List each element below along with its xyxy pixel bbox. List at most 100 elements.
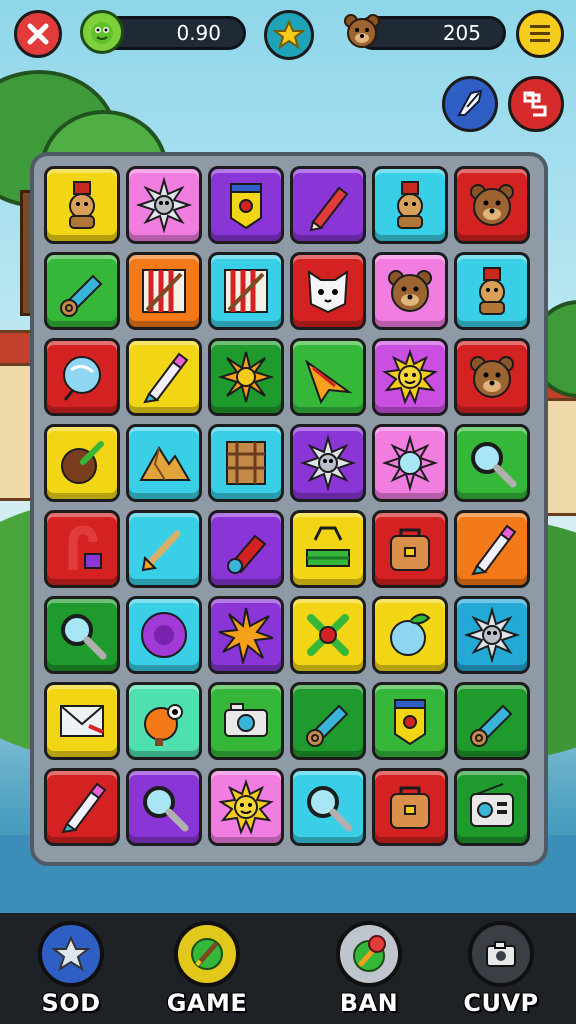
joystick-icon — [336, 921, 402, 987]
close-icon — [27, 23, 49, 45]
figure-hat-icon — [69, 181, 95, 229]
scroll-icon — [306, 704, 349, 747]
tile-sun-face[interactable] — [208, 768, 284, 846]
flashlight-icon — [227, 534, 267, 574]
tile-figure-hat[interactable] — [44, 166, 120, 244]
tile-arrow[interactable] — [126, 510, 202, 588]
bear-icon — [470, 184, 514, 226]
tile-flashlight[interactable] — [208, 510, 284, 588]
camera-icon — [224, 703, 268, 737]
tile-sun-face[interactable] — [372, 338, 448, 416]
magnifier-icon — [307, 786, 353, 832]
arrow-powerup-button[interactable] — [442, 76, 498, 132]
tile-flower[interactable] — [126, 596, 202, 674]
candy-cane-icon — [68, 525, 102, 570]
striped-crate-icon — [142, 269, 186, 313]
nav-label: SOD — [41, 989, 101, 1017]
tile-banner[interactable] — [372, 682, 448, 760]
figure-hat-icon — [397, 181, 423, 229]
tile-banner[interactable] — [208, 166, 284, 244]
tile-spiky-ball[interactable] — [126, 166, 202, 244]
bag-icon — [390, 528, 430, 571]
crayon-icon — [471, 524, 517, 576]
tile-arrowhead[interactable] — [290, 338, 366, 416]
apple-icon — [390, 613, 431, 656]
star-button[interactable] — [264, 10, 314, 60]
magnifier-icon — [143, 786, 189, 832]
bottom-nav-bar: SOD GAME BAN CUVP — [0, 913, 576, 1024]
tile-crayon[interactable] — [126, 338, 202, 416]
tile-spiky-ball[interactable] — [454, 596, 530, 674]
tile-crayon[interactable] — [454, 510, 530, 588]
tile-apple[interactable] — [372, 596, 448, 674]
tile-bear[interactable] — [454, 166, 530, 244]
tile-cat-face[interactable] — [290, 252, 366, 330]
coin-value: 205 — [442, 21, 481, 45]
bag-icon — [390, 786, 430, 829]
tile-basket[interactable] — [290, 510, 366, 588]
tile-coconut[interactable] — [44, 424, 120, 502]
nav-game-button[interactable]: GAME — [142, 921, 272, 1021]
tile-candy-cane[interactable] — [44, 510, 120, 588]
tile-sun[interactable] — [208, 338, 284, 416]
nav-ban-button[interactable]: BAN — [304, 921, 434, 1021]
tile-bag[interactable] — [372, 768, 448, 846]
nav-label: CUVP — [463, 989, 539, 1017]
tile-striped-crate[interactable] — [126, 252, 202, 330]
tile-magnifier[interactable] — [44, 596, 120, 674]
tile-scroll[interactable] — [454, 682, 530, 760]
banner-icon — [230, 183, 262, 230]
tile-camera[interactable] — [208, 682, 284, 760]
tile-striped-crate[interactable] — [208, 252, 284, 330]
tile-magnifier[interactable] — [126, 768, 202, 846]
tile-magnifier[interactable] — [454, 424, 530, 502]
tile-orb[interactable] — [44, 338, 120, 416]
crayon-icon — [143, 352, 189, 404]
banner-icon — [394, 699, 426, 746]
star-icon — [273, 19, 305, 50]
coconut-icon — [61, 441, 104, 484]
spiky-ball-icon — [299, 434, 357, 492]
tile-mountain[interactable] — [126, 424, 202, 502]
close-button[interactable] — [14, 10, 62, 58]
spiky-ball-icon — [135, 176, 193, 234]
bear-icon — [388, 270, 432, 312]
arrow-icon — [457, 89, 483, 116]
tile-crate[interactable] — [208, 424, 284, 502]
magnifier-icon — [61, 614, 107, 660]
nav-label: GAME — [166, 989, 248, 1017]
tile-figure-hat[interactable] — [372, 166, 448, 244]
tile-magnifier[interactable] — [290, 768, 366, 846]
pencil-icon — [309, 186, 349, 232]
tile-scroll[interactable] — [44, 252, 120, 330]
tile-bag[interactable] — [372, 510, 448, 588]
tile-radio[interactable] — [454, 768, 530, 846]
shuffle-powerup-button[interactable] — [508, 76, 564, 132]
tile-pencil[interactable] — [290, 166, 366, 244]
tile-scroll[interactable] — [290, 682, 366, 760]
sun-face-icon — [218, 778, 274, 835]
cross-icon — [307, 614, 349, 656]
tile-creature[interactable] — [126, 682, 202, 760]
scroll-icon — [60, 274, 103, 317]
nav-cuvp-button[interactable]: CUVP — [436, 921, 566, 1021]
shuffle-icon — [523, 91, 547, 117]
tile-star-burst[interactable] — [208, 596, 284, 674]
tile-cross[interactable] — [290, 596, 366, 674]
tile-bear[interactable] — [372, 252, 448, 330]
mountain-icon — [139, 446, 191, 481]
tile-envelope[interactable] — [44, 682, 120, 760]
tile-crayon[interactable] — [44, 768, 120, 846]
spiky-ball-icon — [463, 606, 521, 664]
tile-spiky-orb[interactable] — [372, 424, 448, 502]
tile-bear[interactable] — [454, 338, 530, 416]
bear-icon — [470, 356, 514, 398]
nav-label: BAN — [339, 989, 399, 1017]
star-burst-icon — [218, 607, 274, 664]
menu-button[interactable] — [516, 10, 564, 58]
menu-icon — [530, 25, 550, 42]
tile-spiky-ball[interactable] — [290, 424, 366, 502]
nav-sod-button[interactable]: SOD — [6, 921, 136, 1021]
crate-icon — [226, 441, 266, 485]
tile-figure-hat[interactable] — [454, 252, 530, 330]
